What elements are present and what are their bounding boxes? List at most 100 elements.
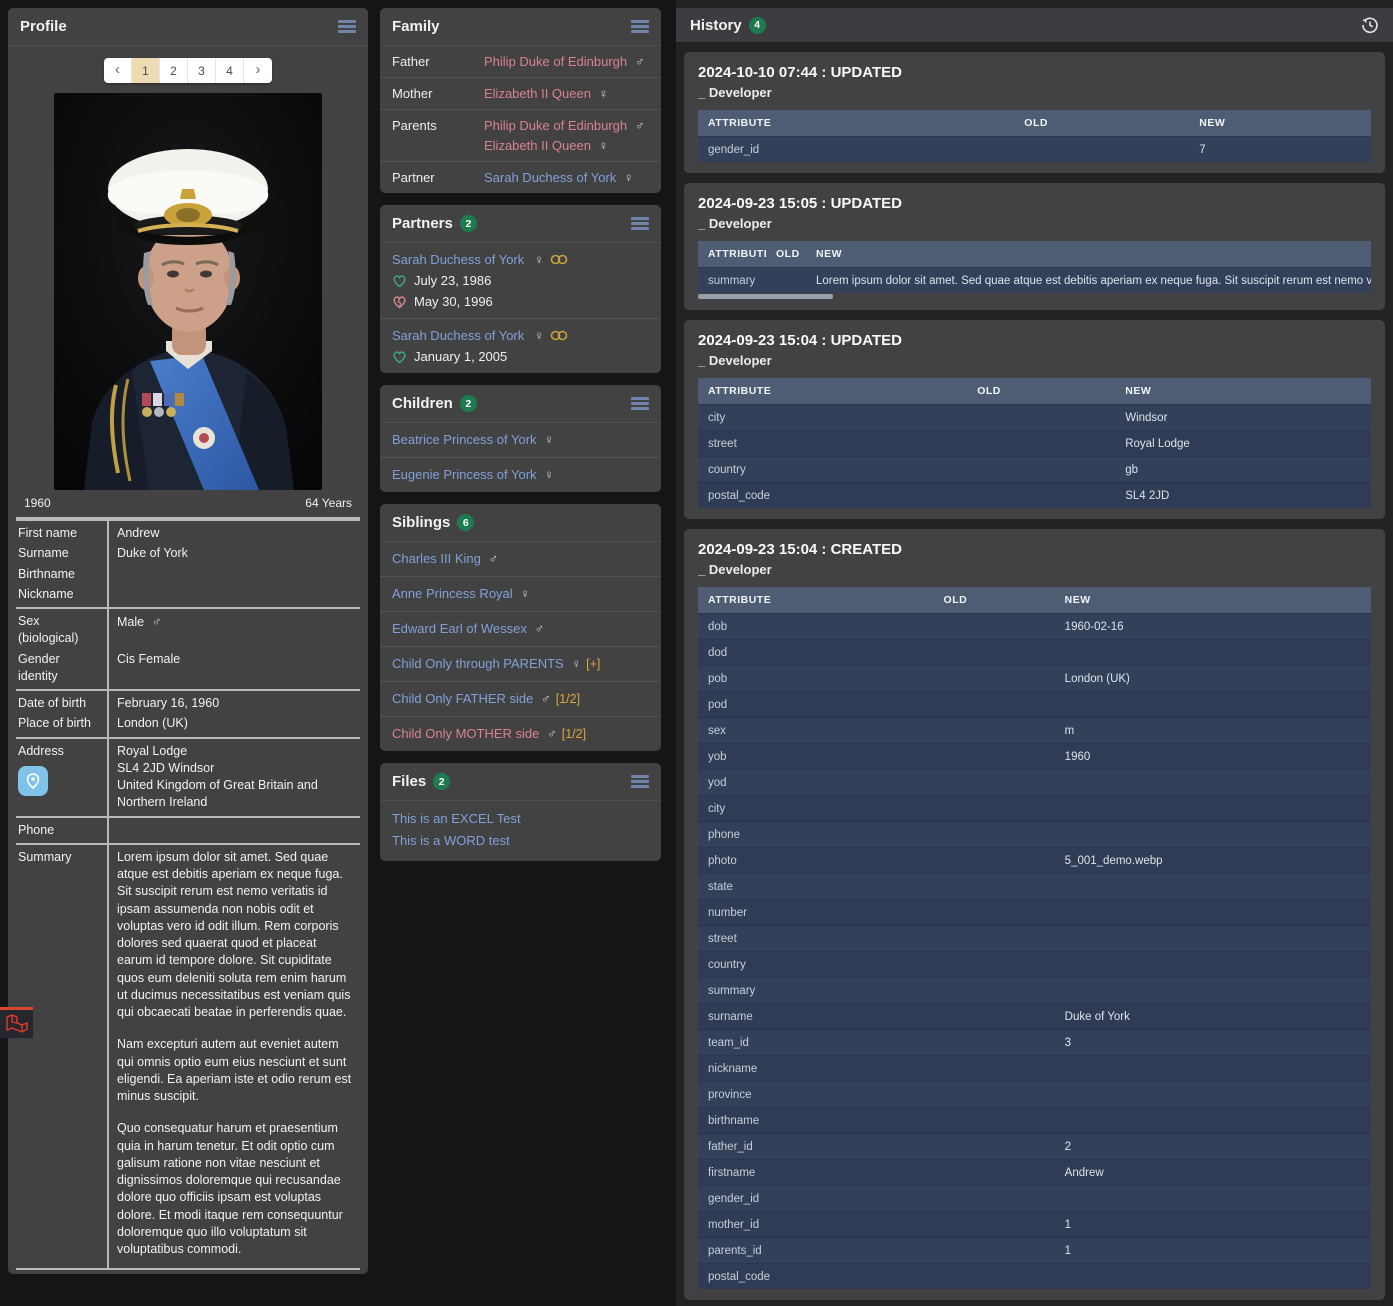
profile-field-label: Gender identity <box>16 649 108 690</box>
person-link[interactable]: Eugenie Princess of York <box>392 467 537 482</box>
list-item: Eugenie Princess of York ♀ <box>380 458 661 492</box>
person-link[interactable]: Elizabeth II Queen <box>484 86 591 101</box>
person-link[interactable]: Sarah Duchess of York <box>392 252 524 267</box>
siblings-count-badge: 6 <box>457 514 474 531</box>
table-row: dob 1960-02-16 <box>698 614 1371 640</box>
column-header: ATTRIBUTE <box>698 587 934 614</box>
person-link[interactable]: Edward Earl of Wessex <box>392 621 527 636</box>
person-link[interactable]: Philip Duke of Edinburgh <box>484 118 627 133</box>
person-link[interactable]: Elizabeth II Queen <box>484 138 591 153</box>
partner-item: Sarah Duchess of York♀January 1, 2005 <box>380 319 661 373</box>
file-link[interactable]: This is a WORD test <box>392 833 510 848</box>
person-link[interactable]: Child Only FATHER side <box>392 691 533 706</box>
person-link[interactable]: Beatrice Princess of York <box>392 432 537 447</box>
new-value <box>1055 1108 1371 1134</box>
profile-field-label: First name <box>16 520 108 544</box>
profile-menu-icon[interactable] <box>338 20 356 33</box>
table-row: street <box>698 926 1371 952</box>
map-pin-icon <box>26 773 40 789</box>
column-header: OLD <box>766 241 806 268</box>
table-row: team_id 3 <box>698 1030 1371 1056</box>
person-link[interactable]: Child Only MOTHER side <box>392 726 539 741</box>
old-value <box>934 666 1055 692</box>
pagination-page-3[interactable]: 3 <box>188 58 216 83</box>
new-value <box>1055 770 1371 796</box>
new-value <box>1055 926 1371 952</box>
new-value: 1960-02-16 <box>1055 614 1371 640</box>
new-value: 7 <box>1189 137 1371 163</box>
new-value <box>1055 822 1371 848</box>
person-link[interactable]: Child Only through PARENTS <box>392 656 564 671</box>
column-header: OLD <box>934 587 1055 614</box>
person-link[interactable]: Sarah Duchess of York <box>392 328 524 343</box>
address-map-button[interactable] <box>18 766 48 796</box>
table-row: city <box>698 796 1371 822</box>
old-value <box>934 848 1055 874</box>
female-symbol: ♀ <box>541 432 554 447</box>
files-menu-icon[interactable] <box>631 775 649 788</box>
column-header: NEW <box>1189 110 1371 137</box>
female-symbol: ♀ <box>534 328 544 343</box>
person-link[interactable]: Anne Princess Royal <box>392 586 513 601</box>
files-title: Files <box>392 773 426 790</box>
attribute-name: state <box>698 874 934 900</box>
male-symbol: ♂ <box>485 551 498 566</box>
table-row: nickname <box>698 1056 1371 1082</box>
column-header: ATTRIBUTE <box>698 378 967 405</box>
old-value <box>934 952 1055 978</box>
person-link[interactable]: Sarah Duchess of York <box>484 170 616 185</box>
family-relation-label: Mother <box>392 86 484 101</box>
profile-field-value: Andrew <box>108 520 360 544</box>
children-count-badge: 2 <box>460 395 477 412</box>
list-item: Child Only FATHER side ♂[1/2] <box>380 682 661 717</box>
profile-row: Date of birthFebruary 16, 1960 <box>16 690 360 714</box>
partner-item: Sarah Duchess of York♀July 23, 1986May 3… <box>380 243 661 319</box>
debugbar-toggle[interactable] <box>0 1007 33 1038</box>
table-row: firstname Andrew <box>698 1160 1371 1186</box>
pagination-prev-button[interactable]: ‹ <box>104 58 132 83</box>
table-row: pod <box>698 692 1371 718</box>
new-value: Windsor <box>1115 405 1371 431</box>
family-row: MotherElizabeth II Queen ♀ <box>380 78 661 110</box>
person-link[interactable]: Philip Duke of Edinburgh <box>484 54 627 69</box>
attribute-name: surname <box>698 1004 934 1030</box>
children-panel: Children 2 Beatrice Princess of York ♀Eu… <box>380 385 661 492</box>
file-link[interactable]: This is an EXCEL Test <box>392 811 521 826</box>
column-header: OLD <box>1014 110 1189 137</box>
profile-row: Gender identityCis Female <box>16 649 360 690</box>
table-row: city Windsor <box>698 405 1371 431</box>
person-link[interactable]: Charles III King <box>392 551 481 566</box>
pagination-page-2[interactable]: 2 <box>160 58 188 83</box>
history-entry-author: _ Developer <box>698 85 1371 100</box>
profile-title: Profile <box>20 18 67 35</box>
pagination-page-1[interactable]: 1 <box>132 58 160 83</box>
history-refresh-icon[interactable] <box>1361 16 1379 34</box>
children-menu-icon[interactable] <box>631 397 649 410</box>
old-value <box>934 692 1055 718</box>
profile-field-label: Sex (biological) <box>16 608 108 649</box>
history-entry-heading: 2024-09-23 15:04 : UPDATED <box>698 332 1371 349</box>
pagination-page-4[interactable]: 4 <box>216 58 244 83</box>
history-entry: 2024-09-23 15:04 : UPDATED_ DeveloperATT… <box>684 320 1385 519</box>
family-menu-icon[interactable] <box>631 20 649 33</box>
list-item: Anne Princess Royal ♀ <box>380 577 661 612</box>
old-value <box>934 796 1055 822</box>
partners-menu-icon[interactable] <box>631 217 649 230</box>
profile-photo[interactable] <box>54 93 322 490</box>
files-count-badge: 2 <box>433 773 450 790</box>
list-item: Child Only MOTHER side ♂[1/2] <box>380 717 661 751</box>
horizontal-scrollbar[interactable] <box>698 294 833 299</box>
pagination-next-button[interactable]: › <box>244 58 272 83</box>
new-value: 5_001_demo.webp <box>1055 848 1371 874</box>
profile-row: Sex (biological)Male ♂ <box>16 608 360 649</box>
files-header: Files 2 <box>380 763 661 801</box>
relation-tag: [1/2] <box>562 727 586 741</box>
attribute-name: father_id <box>698 1134 934 1160</box>
profile-panel: Profile ‹1234› <box>8 8 368 1274</box>
new-value: Duke of York <box>1055 1004 1371 1030</box>
new-value: London (UK) <box>1055 666 1371 692</box>
old-value <box>766 268 806 294</box>
new-value <box>1055 1056 1371 1082</box>
old-value <box>934 978 1055 1004</box>
table-row: postal_code <box>698 1264 1371 1290</box>
